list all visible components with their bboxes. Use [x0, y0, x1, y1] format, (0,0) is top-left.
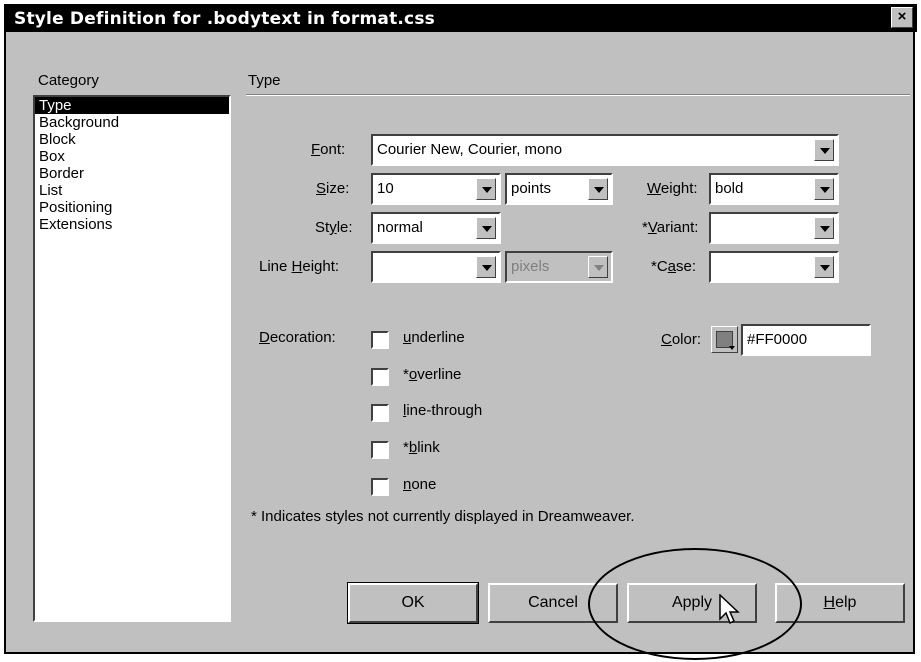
blink-checkbox[interactable]: [371, 441, 389, 459]
mouse-pointer-icon: [719, 594, 740, 625]
color-input[interactable]: #FF0000: [741, 324, 871, 356]
decoration-label: Decoration:: [259, 329, 336, 346]
close-button[interactable]: ×: [891, 7, 913, 28]
none-checkbox[interactable]: [371, 478, 389, 496]
category-heading: Category: [38, 72, 99, 89]
color-picker-button[interactable]: [711, 326, 738, 353]
variant-label: *Variant:: [642, 219, 699, 236]
size-unit-select[interactable]: points: [505, 173, 613, 205]
line-height-unit-dropdown-arrow-icon: [588, 256, 608, 278]
category-item-type[interactable]: Type: [35, 97, 229, 114]
variant-dropdown-arrow-icon[interactable]: [814, 217, 834, 239]
line-height-label: Line Height:: [259, 258, 340, 275]
size-unit-value: points: [511, 180, 552, 197]
category-list[interactable]: Type Background Block Box Border List Po…: [33, 95, 231, 622]
title-bar: Style Definition for .bodytext in format…: [4, 4, 917, 32]
style-dropdown-arrow-icon[interactable]: [476, 217, 496, 239]
line-through-checkbox[interactable]: [371, 404, 389, 422]
category-item-border[interactable]: Border: [35, 165, 229, 182]
category-item-list[interactable]: List: [35, 182, 229, 199]
line-height-unit-select: pixels: [505, 251, 613, 283]
style-select[interactable]: normal: [371, 212, 501, 244]
case-select[interactable]: [709, 251, 839, 283]
highlight-ellipse: [588, 548, 802, 660]
category-item-background[interactable]: Background: [35, 114, 229, 131]
category-item-extensions[interactable]: Extensions: [35, 216, 229, 233]
overline-checkbox[interactable]: [371, 368, 389, 386]
panel-divider: [246, 94, 910, 96]
ok-button[interactable]: OK: [347, 582, 479, 624]
color-value: #FF0000: [747, 331, 808, 348]
weight-value: bold: [715, 180, 744, 197]
size-dropdown-arrow-icon[interactable]: [476, 178, 496, 200]
category-item-block[interactable]: Block: [35, 131, 229, 148]
color-dropdown-arrow-icon: [729, 346, 735, 350]
underline-label: underline: [403, 329, 465, 346]
category-item-positioning[interactable]: Positioning: [35, 199, 229, 216]
size-value: 10: [377, 180, 394, 197]
line-height-select[interactable]: [371, 251, 501, 283]
weight-label: Weight:: [647, 180, 698, 197]
color-label: Color:: [661, 331, 702, 348]
size-select[interactable]: 10: [371, 173, 501, 205]
category-item-box[interactable]: Box: [35, 148, 229, 165]
line-height-unit-value: pixels: [511, 258, 550, 275]
size-label: Size:: [316, 180, 350, 197]
size-unit-dropdown-arrow-icon[interactable]: [588, 178, 608, 200]
panel-heading: Type: [248, 72, 281, 89]
overline-label: *overline: [403, 366, 462, 383]
underline-checkbox[interactable]: [371, 331, 389, 349]
font-dropdown-arrow-icon[interactable]: [814, 139, 834, 161]
case-dropdown-arrow-icon[interactable]: [814, 256, 834, 278]
none-label: none: [403, 476, 437, 493]
blink-label: *blink: [403, 439, 440, 456]
font-label: Font:: [311, 141, 346, 158]
variant-select[interactable]: [709, 212, 839, 244]
line-through-label: line-through: [403, 402, 483, 419]
line-height-dropdown-arrow-icon[interactable]: [476, 256, 496, 278]
note-text: * Indicates styles not currently display…: [251, 508, 635, 525]
style-label: Style:: [315, 219, 353, 236]
style-value: normal: [377, 219, 423, 236]
window-title: Style Definition for .bodytext in format…: [14, 9, 435, 29]
font-value: Courier New, Courier, mono: [377, 141, 563, 158]
case-label: *Case:: [651, 258, 697, 275]
weight-select[interactable]: bold: [709, 173, 839, 205]
font-select[interactable]: Courier New, Courier, mono: [371, 134, 839, 166]
weight-dropdown-arrow-icon[interactable]: [814, 178, 834, 200]
